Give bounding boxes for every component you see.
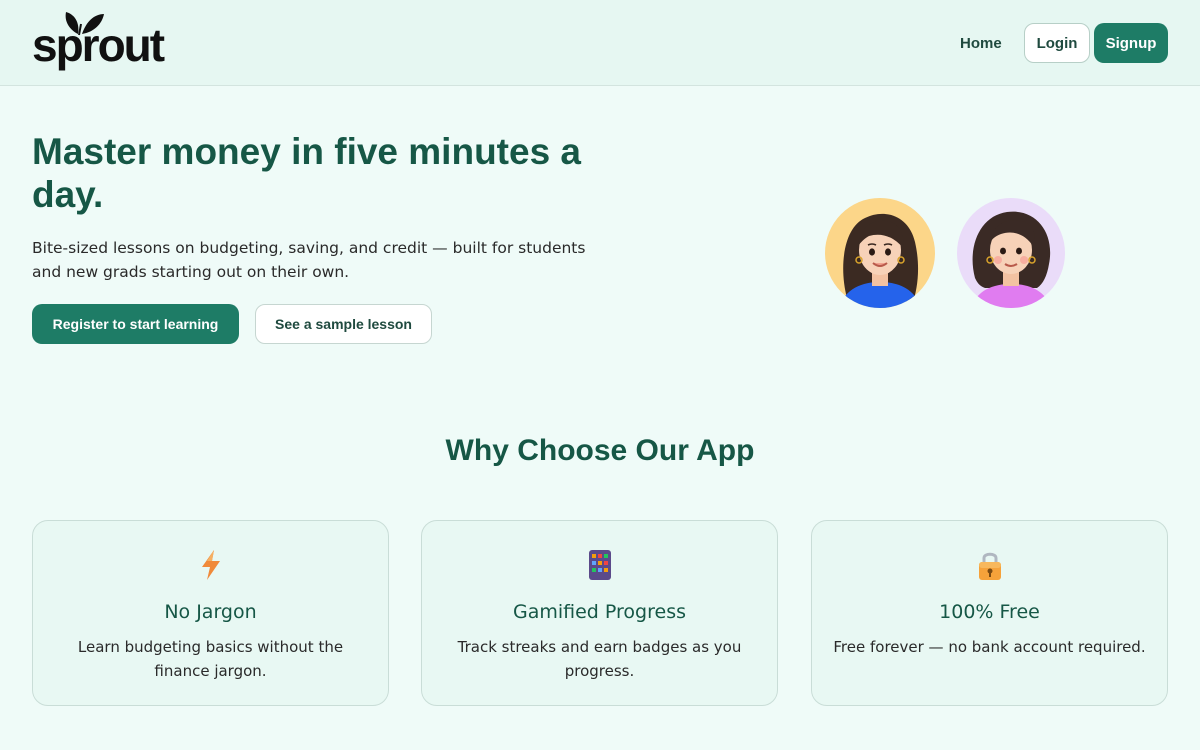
- login-button[interactable]: Login: [1024, 23, 1090, 63]
- register-button[interactable]: Register to start learning: [32, 304, 239, 344]
- feature-card-gamified-progress: Gamified Progress Track streaks and earn…: [421, 520, 778, 706]
- features-title: Why Choose Our App: [445, 434, 755, 467]
- feature-card-text: Free forever — no bank account required.: [833, 638, 1146, 656]
- hero-subtitle: Bite-sized lessons on budgeting, saving,…: [32, 239, 586, 281]
- feature-card-no-jargon: No Jargon Learn budgeting basics without…: [32, 520, 389, 706]
- feature-card-free: 100% Free Free forever — no bank account…: [811, 520, 1168, 706]
- logo-text: sprout: [32, 19, 165, 71]
- site-header: sprout Home Login Signup: [0, 0, 1200, 86]
- hero-title: Master money in five minutes a day.: [32, 131, 582, 215]
- abacus-icon: [588, 550, 611, 580]
- signup-button[interactable]: Signup: [1094, 23, 1168, 63]
- sample-lesson-button[interactable]: See a sample lesson: [255, 304, 432, 344]
- feature-card-title: Gamified Progress: [513, 601, 686, 623]
- lightning-icon: [201, 550, 220, 580]
- avatar-woman-blue-shirt: [825, 198, 935, 308]
- nav-home-link[interactable]: Home: [960, 30, 1002, 58]
- feature-card-text: Track streaks and earn badges as you pro…: [457, 638, 742, 680]
- feature-card-title: 100% Free: [939, 601, 1040, 623]
- avatar-woman-pink-sweater: [957, 198, 1065, 308]
- lock-icon: [978, 552, 1001, 580]
- feature-card-text: Learn budgeting basics without the finan…: [77, 638, 344, 680]
- sprout-logo[interactable]: sprout: [32, 10, 182, 76]
- feature-card-title: No Jargon: [164, 601, 257, 623]
